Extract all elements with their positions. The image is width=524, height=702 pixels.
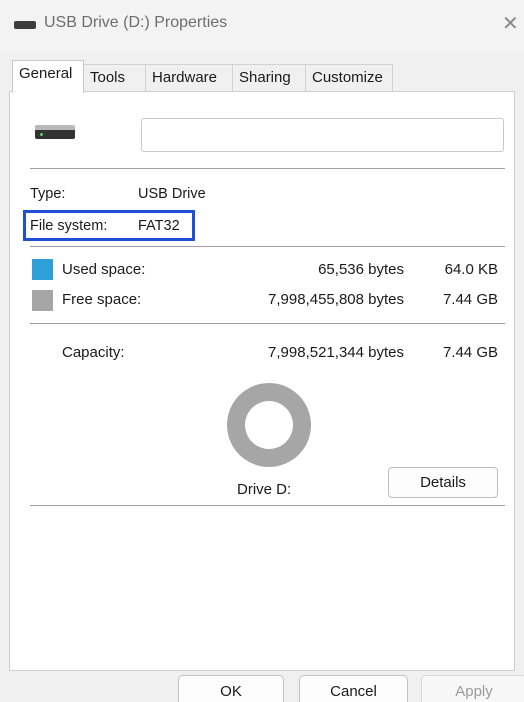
divider-top — [30, 168, 505, 169]
used-space-label: Used space: — [62, 261, 146, 278]
used-space-bytes: 65,536 bytes — [318, 261, 404, 278]
type-value: USB Drive — [138, 186, 206, 202]
capacity-label: Capacity: — [62, 344, 125, 361]
capacity-bytes: 7,998,521,344 bytes — [268, 344, 404, 361]
free-space-swatch — [32, 290, 53, 311]
window-title: USB Drive (D:) Properties — [44, 14, 228, 31]
free-space-size: 7.44 GB — [442, 291, 498, 308]
volume-label-input[interactable] — [141, 118, 504, 152]
tab-general[interactable]: General — [12, 60, 84, 93]
apply-button[interactable]: Apply — [421, 675, 524, 702]
file-system-label: File system: — [30, 218, 108, 234]
tab-tools[interactable]: Tools — [83, 64, 146, 92]
drive-icon — [14, 21, 36, 29]
ok-button[interactable]: OK — [178, 675, 284, 702]
general-panel — [9, 91, 515, 671]
title-bar: USB Drive (D:) Properties ✕ — [0, 0, 524, 52]
tab-hardware[interactable]: Hardware — [145, 64, 233, 92]
used-space-size: 64.0 KB — [444, 261, 498, 278]
divider-middle — [30, 246, 505, 247]
tab-customize[interactable]: Customize — [305, 64, 393, 92]
free-space-bytes: 7,998,455,808 bytes — [268, 291, 404, 308]
free-space-label: Free space: — [62, 291, 142, 308]
disk-usage-ring — [227, 383, 311, 467]
disk-usage-ring-hole — [245, 401, 293, 449]
type-label: Type: — [30, 186, 66, 202]
usb-drive-icon — [35, 125, 75, 141]
close-icon[interactable]: ✕ — [502, 8, 524, 42]
cancel-button[interactable]: Cancel — [299, 675, 408, 702]
divider-capacity — [30, 323, 505, 324]
used-space-swatch — [32, 259, 53, 280]
details-button[interactable]: Details — [388, 467, 498, 498]
drive-label: Drive D: — [237, 481, 292, 498]
tab-sharing[interactable]: Sharing — [232, 64, 306, 92]
capacity-size: 7.44 GB — [442, 344, 498, 361]
file-system-value: FAT32 — [138, 218, 180, 234]
drive-led — [40, 133, 43, 136]
divider-bottom — [30, 505, 505, 506]
